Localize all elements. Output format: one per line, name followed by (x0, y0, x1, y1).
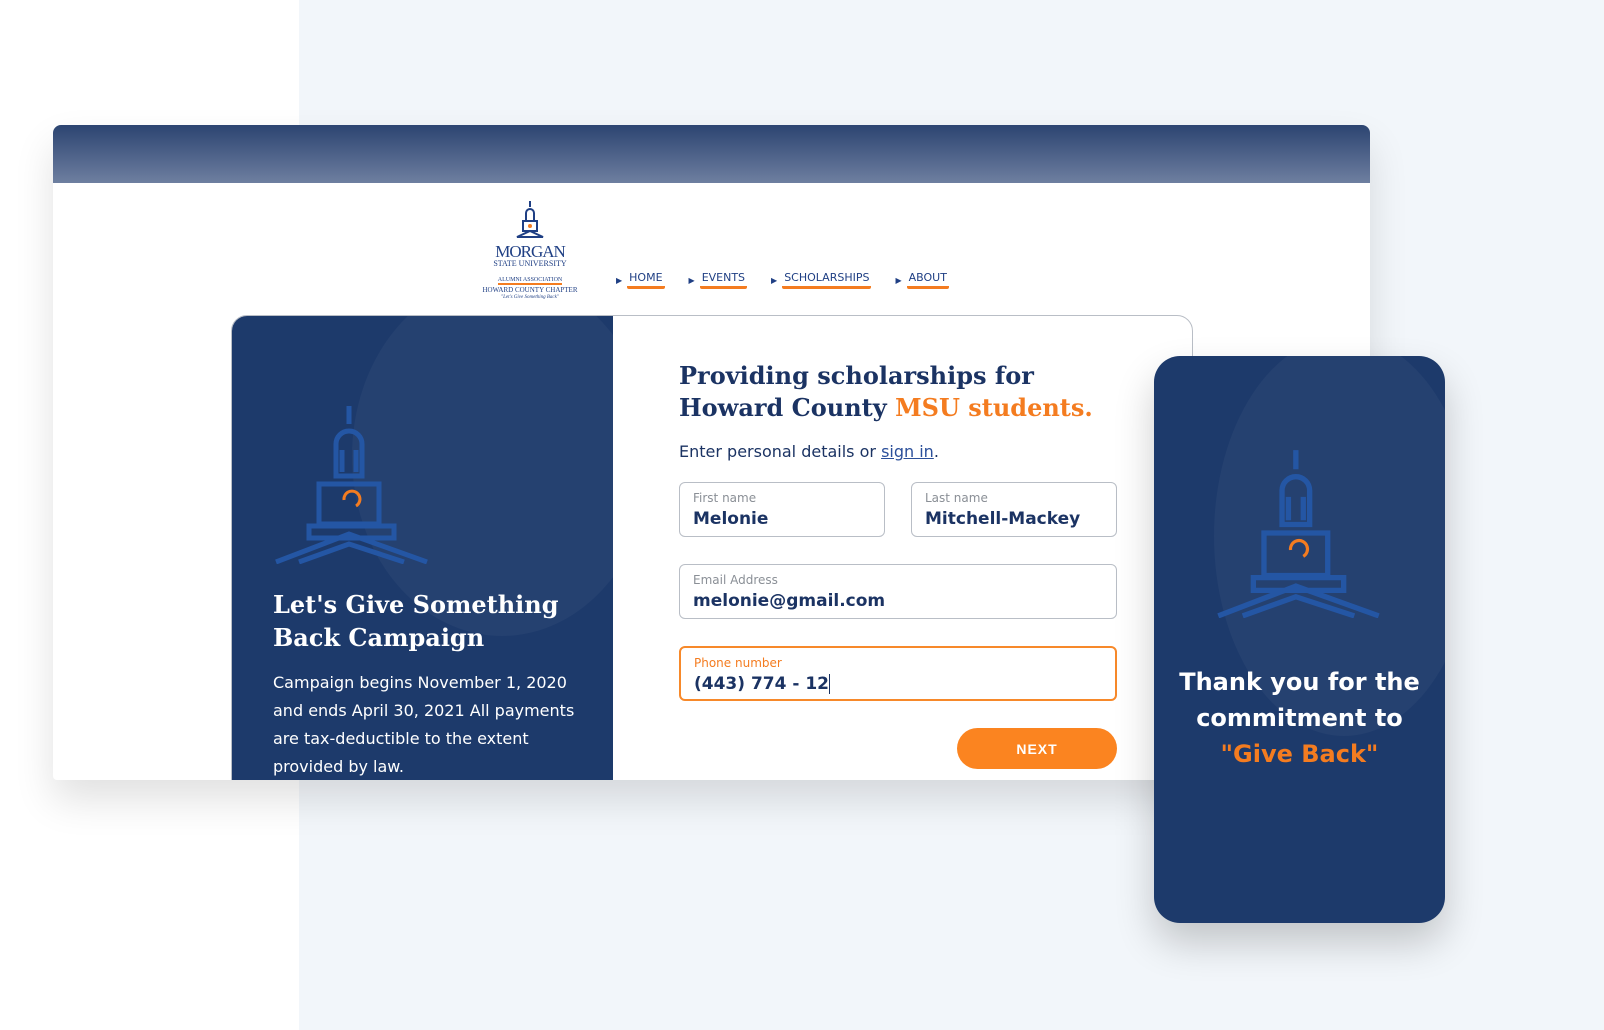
nav-home[interactable]: ▶ HOME (616, 271, 665, 289)
clocktower-icon (275, 406, 428, 564)
clocktower-icon (1217, 450, 1380, 618)
signup-card: Let's Give Something Back Campaign Campa… (231, 315, 1193, 780)
campaign-description: Campaign begins November 1, 2020 and end… (273, 673, 575, 776)
email-field[interactable]: Email Address melonie@gmail.com (679, 564, 1117, 619)
main-nav: ▶ HOME ▶ EVENTS ▶ SCHOLARSHIPS ▶ ABOUT (616, 271, 949, 289)
logo[interactable]: MORGAN STATE UNIVERSITY ALUMNI ASSOCIATI… (477, 199, 583, 301)
triangle-right-icon: ▶ (771, 275, 778, 285)
mobile-mockup: Thank you for the commitment to "Give Bac… (1154, 356, 1445, 923)
nav-events[interactable]: ▶ EVENTS (689, 271, 748, 289)
campaign-title: Let's Give Something Back Campaign (273, 590, 559, 652)
form-subtitle: Enter personal details or sign in. (679, 442, 939, 461)
sign-in-link[interactable]: sign in (881, 442, 934, 461)
triangle-right-icon: ▶ (616, 275, 623, 285)
browser-topbar (53, 125, 1370, 183)
triangle-right-icon: ▶ (688, 275, 695, 285)
nav-scholarships[interactable]: ▶ SCHOLARSHIPS (771, 271, 872, 289)
campaign-panel: Let's Give Something Back Campaign Campa… (232, 316, 613, 780)
triangle-right-icon: ▶ (895, 275, 902, 285)
form-heading: Providing scholarships for Howard County… (679, 361, 1093, 422)
nav-about[interactable]: ▶ ABOUT (895, 271, 949, 289)
text-cursor (828, 674, 830, 694)
last-name-field[interactable]: Last name Mitchell-Mackey (911, 482, 1117, 537)
clocktower-icon (516, 201, 544, 238)
next-button[interactable]: NEXT (957, 728, 1117, 769)
phone-field[interactable]: Phone number (443) 774 - 12 (679, 646, 1117, 701)
thank-you-message: Thank you for the commitment to "Give Bac… (1179, 668, 1420, 768)
first-name-field[interactable]: First name Melonie (679, 482, 885, 537)
